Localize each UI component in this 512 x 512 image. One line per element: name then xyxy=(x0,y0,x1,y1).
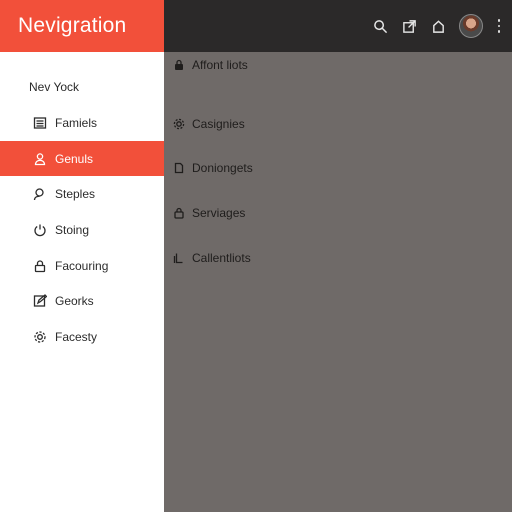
nav-item-famiels[interactable]: Famiels xyxy=(0,105,164,141)
nav-item-genuls[interactable]: Genuls xyxy=(0,140,164,177)
nav-item-label: Genuls xyxy=(55,151,94,166)
drawer-nav-list: Famiels Genuls Steples Stoing Facouring xyxy=(0,105,164,355)
more-vert-icon[interactable] xyxy=(496,18,502,34)
power-icon xyxy=(33,223,47,237)
gear-icon xyxy=(173,118,185,130)
content-item-label: Casignies xyxy=(192,117,245,131)
content-item-label: Doniongets xyxy=(192,161,253,175)
nav-item-label: Facouring xyxy=(55,258,109,273)
content-item[interactable]: Casignies xyxy=(173,117,245,131)
person-icon xyxy=(33,152,47,166)
nav-item-steples[interactable]: Steples xyxy=(0,176,164,212)
app-bar-actions xyxy=(372,0,502,52)
content-item-label: Serviages xyxy=(192,206,246,220)
user-icon xyxy=(33,187,47,201)
nav-item-label: Facesty xyxy=(55,329,98,344)
gear-icon xyxy=(33,330,47,344)
edit-icon xyxy=(33,294,47,308)
navigation-drawer: Nevigration Nev Yock Famiels Genuls Step… xyxy=(0,0,164,512)
nav-item-label: Stoing xyxy=(55,222,90,237)
nav-item-facouring[interactable]: Facouring xyxy=(0,248,164,284)
lock-icon xyxy=(173,59,185,71)
content-item[interactable]: Doniongets xyxy=(173,161,253,175)
open-in-new-icon[interactable] xyxy=(401,18,417,34)
lock-icon xyxy=(173,207,185,219)
search-icon[interactable] xyxy=(372,18,388,34)
list-icon xyxy=(33,116,47,130)
document-icon xyxy=(173,162,185,174)
content-item-label: Callentliots xyxy=(192,251,251,265)
main-content: Affont liots Casignies Doniongets Servia… xyxy=(164,52,512,512)
copy-icon xyxy=(173,252,185,264)
nav-item-label: Steples xyxy=(55,187,96,202)
nav-item-label: Georks xyxy=(55,294,94,309)
content-item[interactable]: Affont liots xyxy=(173,58,248,72)
app-bar xyxy=(164,0,512,52)
content-item[interactable]: Serviages xyxy=(173,206,245,220)
drawer-section-label: Nev Yock xyxy=(29,80,80,94)
nav-item-stoing[interactable]: Stoing xyxy=(0,212,164,248)
content-item-label: Affont liots xyxy=(192,58,248,72)
home-icon[interactable] xyxy=(430,18,446,34)
drawer-title: Nevigration xyxy=(18,14,127,37)
nav-item-facesty[interactable]: Facesty xyxy=(0,319,164,355)
lock-icon xyxy=(33,259,47,273)
avatar[interactable] xyxy=(459,14,483,38)
content-item[interactable]: Callentliots xyxy=(173,251,251,265)
nav-item-label: Famiels xyxy=(55,115,98,130)
nav-item-georks[interactable]: Georks xyxy=(0,283,164,319)
drawer-header: Nevigration xyxy=(0,0,164,52)
